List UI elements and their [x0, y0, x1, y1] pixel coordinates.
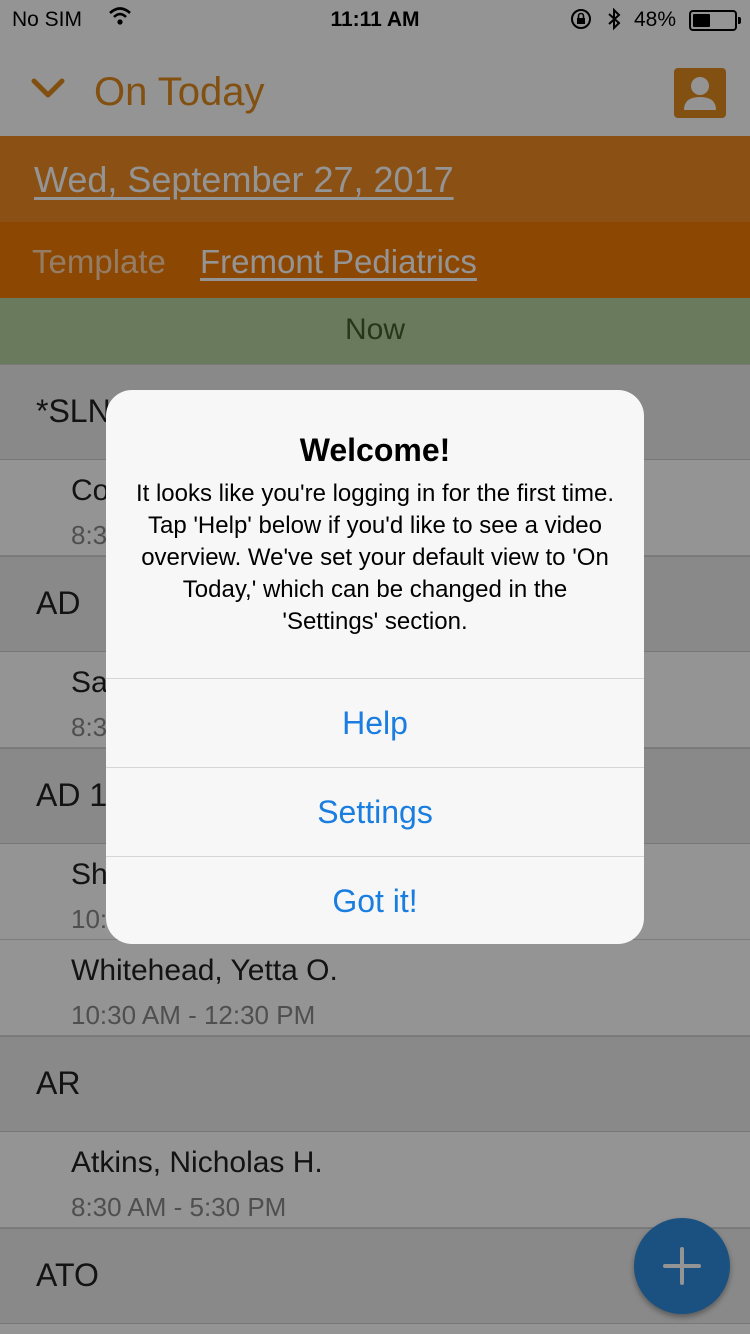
settings-button[interactable]: Settings [106, 767, 644, 856]
alert-title: Welcome! [299, 432, 451, 468]
welcome-alert: Welcome! It looks like you're logging in… [106, 390, 644, 944]
got-it-button[interactable]: Got it! [106, 856, 644, 944]
alert-message: It looks like you're logging in for the … [135, 480, 615, 635]
help-button[interactable]: Help [106, 678, 644, 767]
